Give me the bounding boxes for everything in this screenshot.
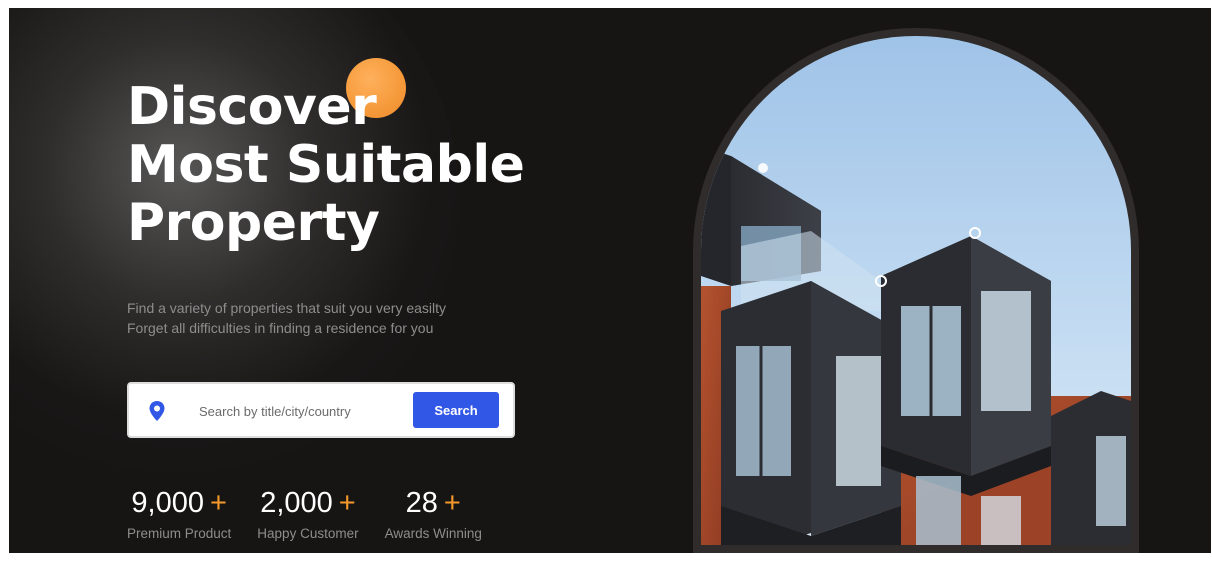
stat-label: Happy Customer	[257, 526, 359, 541]
stats-row: 9,000 + Premium Product 2,000 + Happy Cust…	[127, 486, 508, 541]
stat-value: 9,000	[131, 487, 204, 519]
stat-plus: +	[338, 487, 356, 519]
hero-subtitle: Find a variety of properties that suit y…	[127, 298, 547, 338]
property-image-arch	[693, 28, 1139, 553]
property-photo	[701, 36, 1131, 545]
stat-plus: +	[209, 487, 227, 519]
building-illustration	[701, 36, 1131, 545]
stat-awards-winning: 28 + Awards Winning	[385, 486, 482, 541]
stat-value: 2,000	[260, 487, 333, 519]
hero-title: Discover Most Suitable Property	[127, 78, 587, 252]
hero-section: Discover Most Suitable Property Find a v…	[9, 8, 1211, 553]
hero-title-line-1: Discover	[127, 77, 377, 137]
search-input[interactable]	[199, 399, 359, 423]
stat-number: 9,000 +	[127, 486, 231, 520]
search-bar: Search	[127, 382, 515, 438]
hero-subtitle-line-2: Forget all difficulties in finding a res…	[127, 320, 434, 336]
hero-title-line-2: Most Suitable	[127, 135, 525, 195]
location-pin-icon	[149, 401, 165, 421]
stat-number: 2,000 +	[257, 486, 358, 520]
stat-plus: +	[443, 487, 461, 519]
stat-happy-customer: 2,000 + Happy Customer	[257, 486, 358, 541]
stat-label: Awards Winning	[384, 526, 482, 541]
search-button[interactable]: Search	[413, 392, 499, 428]
stat-premium-product: 9,000 + Premium Product	[127, 486, 231, 541]
stat-label: Premium Product	[127, 526, 232, 541]
hero-subtitle-line-1: Find a variety of properties that suit y…	[127, 300, 447, 316]
stat-number: 28 +	[385, 486, 482, 520]
hero-title-line-3: Property	[127, 193, 380, 253]
stat-value: 28	[405, 487, 438, 519]
